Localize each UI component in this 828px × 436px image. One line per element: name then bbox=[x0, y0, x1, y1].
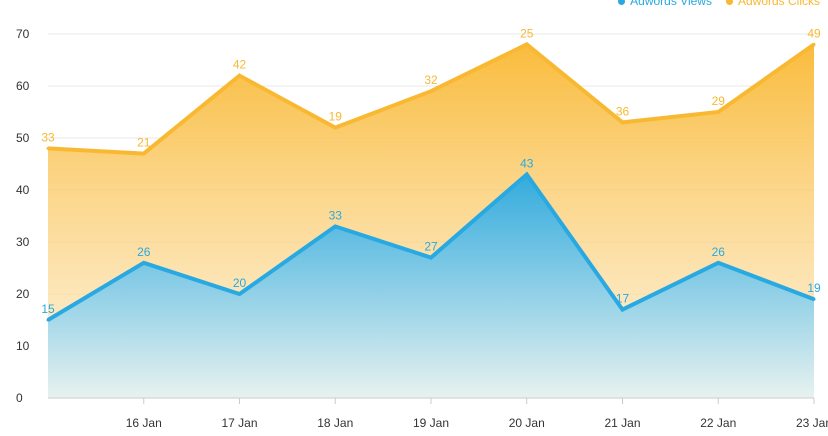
area-chart: 33 21 42 19 32 25 36 29 49 15 26 20 33 27 43 17 26 19 0 10… bbox=[16, 26, 828, 430]
data-point bbox=[142, 261, 146, 265]
x-tick-label: 23 Jan bbox=[796, 416, 828, 430]
data-point bbox=[238, 292, 241, 296]
data-point bbox=[525, 172, 529, 176]
x-tick-label: 20 Jan bbox=[509, 416, 545, 430]
data-label: 42 bbox=[233, 58, 247, 72]
data-label: 25 bbox=[520, 26, 534, 40]
data-point bbox=[716, 261, 720, 265]
data-point bbox=[621, 308, 624, 312]
y-tick-label: 0 bbox=[16, 391, 23, 405]
data-label: 33 bbox=[329, 208, 343, 222]
y-tick-label: 50 bbox=[16, 131, 30, 145]
data-point bbox=[812, 297, 816, 301]
data-label: 17 bbox=[616, 292, 630, 306]
x-tick-label: 18 Jan bbox=[317, 416, 353, 430]
y-tick-label: 20 bbox=[16, 287, 30, 301]
x-tick-label: 16 Jan bbox=[126, 416, 162, 430]
data-point bbox=[46, 318, 50, 322]
data-label: 27 bbox=[424, 240, 438, 254]
data-label: 21 bbox=[137, 136, 151, 150]
data-point bbox=[429, 89, 433, 93]
data-label: 20 bbox=[233, 276, 247, 290]
x-tick-label: 17 Jan bbox=[221, 416, 257, 430]
data-point bbox=[525, 42, 529, 46]
series-areas bbox=[48, 44, 814, 399]
data-label: 49 bbox=[807, 26, 821, 40]
data-label: 26 bbox=[137, 245, 151, 259]
data-point bbox=[333, 126, 337, 130]
x-tick-label: 21 Jan bbox=[604, 416, 640, 430]
x-tick-label: 19 Jan bbox=[413, 416, 449, 430]
data-label: 43 bbox=[520, 156, 534, 170]
data-point bbox=[812, 42, 816, 46]
data-point bbox=[142, 152, 146, 156]
data-label: 19 bbox=[329, 110, 343, 124]
x-tick-label: 22 Jan bbox=[700, 416, 736, 430]
data-point bbox=[333, 224, 337, 228]
data-point bbox=[238, 74, 241, 78]
y-tick-label: 70 bbox=[16, 27, 30, 41]
data-label: 36 bbox=[616, 104, 630, 118]
data-point bbox=[621, 120, 624, 124]
data-label: 29 bbox=[712, 94, 726, 108]
data-label: 15 bbox=[41, 302, 55, 316]
data-point bbox=[716, 110, 720, 114]
data-label: 19 bbox=[807, 281, 821, 295]
y-tick-label: 60 bbox=[16, 79, 30, 93]
data-label: 33 bbox=[41, 130, 55, 144]
y-tick-label: 10 bbox=[16, 339, 30, 353]
y-tick-label: 30 bbox=[16, 235, 30, 249]
data-point bbox=[429, 256, 433, 260]
data-label: 32 bbox=[424, 73, 438, 87]
data-point bbox=[46, 146, 50, 150]
y-tick-label: 40 bbox=[16, 183, 30, 197]
data-label: 26 bbox=[712, 245, 726, 259]
